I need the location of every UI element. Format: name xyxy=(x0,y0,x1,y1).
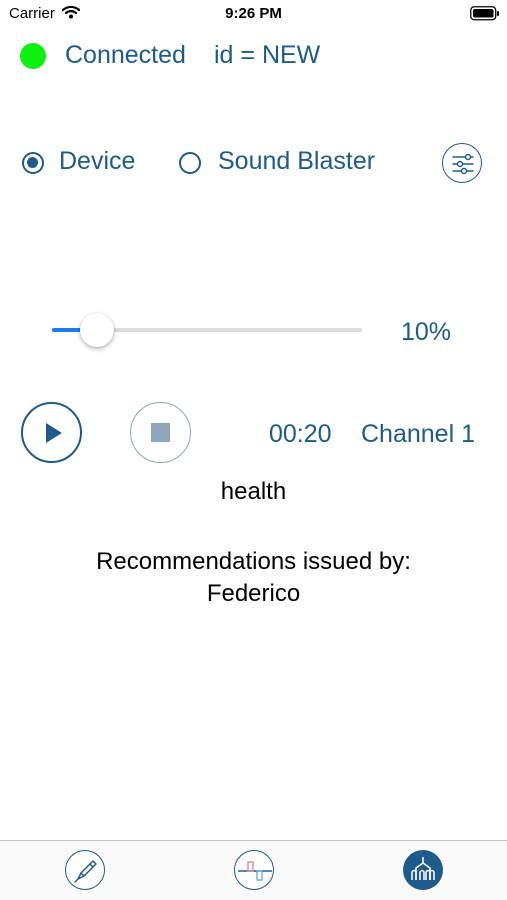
play-icon xyxy=(46,423,62,443)
settings-button[interactable] xyxy=(442,143,482,183)
status-bar: Carrier 9:26 PM xyxy=(0,0,507,30)
tab-chart[interactable] xyxy=(234,850,274,890)
recommendation-heading: Recommendations issued by: xyxy=(96,548,411,575)
device-id-label: id = NEW xyxy=(214,41,321,69)
network-icon xyxy=(411,857,435,880)
tab-bar xyxy=(0,840,507,900)
sound-blaster-radio[interactable] xyxy=(179,152,201,174)
connection-status: Connected xyxy=(65,41,186,69)
sound-blaster-radio-label[interactable]: Sound Blaster xyxy=(218,147,375,176)
chart-icon xyxy=(238,861,272,881)
clock: 9:26 PM xyxy=(225,5,282,22)
pen-icon xyxy=(74,860,97,883)
stop-icon xyxy=(151,423,170,442)
program-name: health xyxy=(220,478,287,505)
channel-label: Channel 1 xyxy=(361,420,475,448)
battery-icon xyxy=(470,6,500,26)
stop-button[interactable] xyxy=(130,402,191,463)
device-radio-label[interactable]: Device xyxy=(59,147,135,176)
tab-pen[interactable] xyxy=(65,850,105,890)
level-slider-thumb[interactable] xyxy=(79,313,114,347)
device-radio[interactable] xyxy=(22,152,44,174)
elapsed-time: 00:20 xyxy=(269,420,332,448)
app-screen: Carrier 9:26 PM Connected id = NEW Devic… xyxy=(0,0,507,900)
sliders-icon xyxy=(452,153,474,175)
level-value: 10% xyxy=(401,318,452,346)
play-button[interactable] xyxy=(21,402,82,463)
connection-indicator xyxy=(20,43,46,69)
tab-network[interactable] xyxy=(403,850,443,890)
recommendation-author: Federico xyxy=(206,580,301,607)
